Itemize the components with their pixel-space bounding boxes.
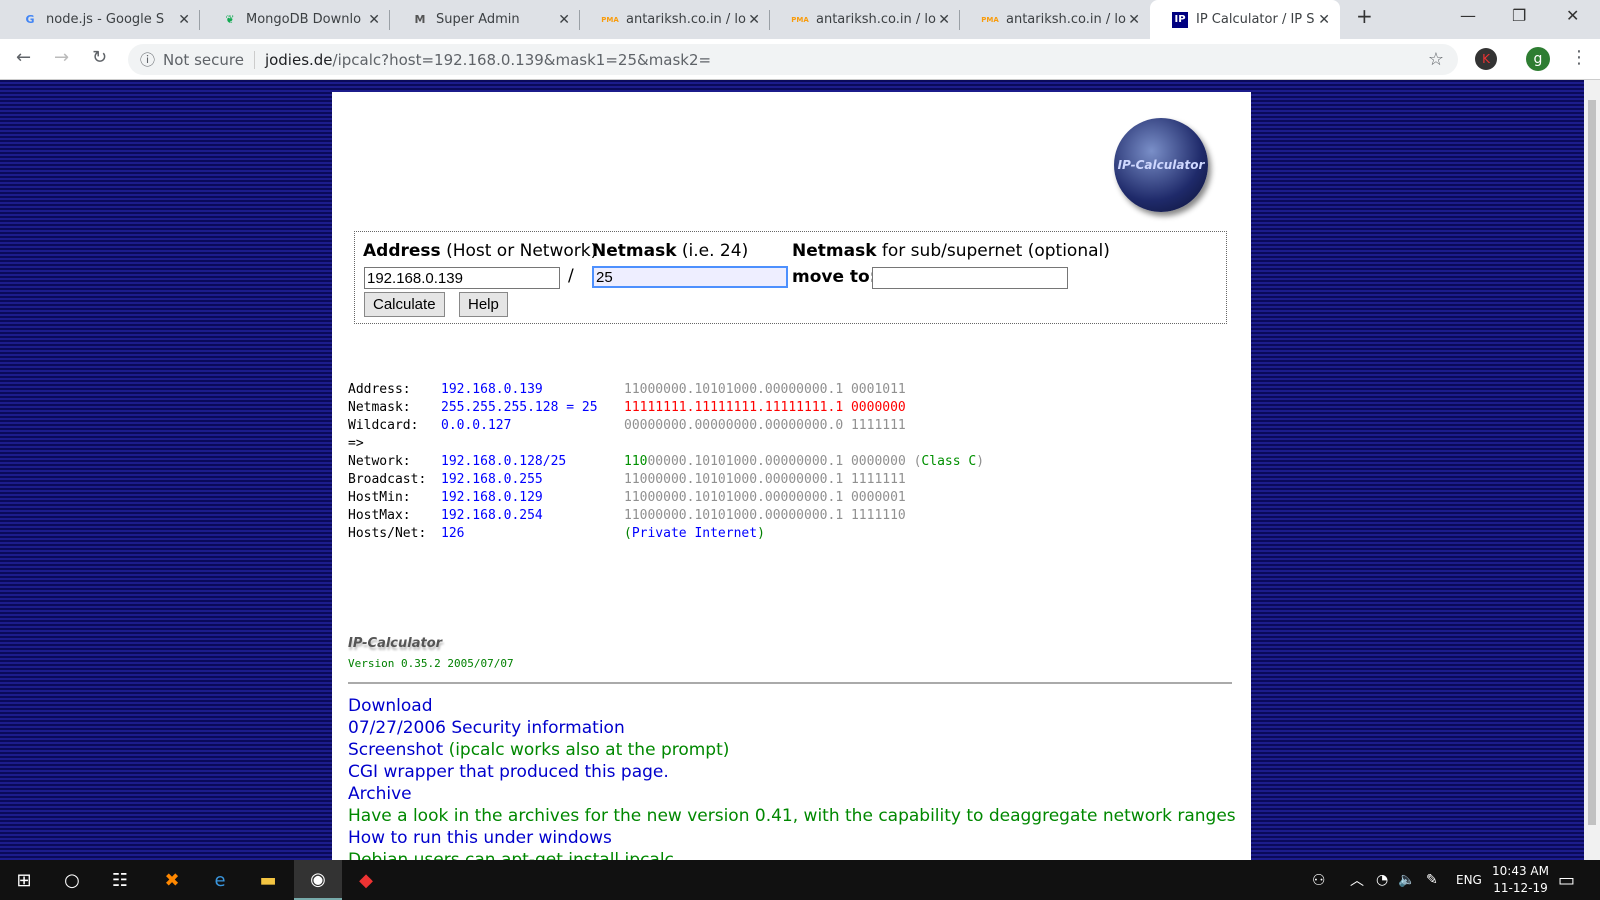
archive-note: Have a look in the archives for the new … [348, 806, 1236, 826]
tab-title: node.js - Google S [46, 12, 165, 27]
tab-title: MongoDB Downlo [246, 12, 362, 27]
tab-title: Super Admin [436, 12, 520, 27]
pen-icon[interactable]: ✎ [1426, 860, 1438, 900]
phpmyadmin-icon: PMA [601, 15, 619, 24]
google-icon: G [25, 13, 35, 26]
extension-k-icon[interactable]: K [1475, 48, 1497, 70]
move-to-label: move to: [792, 267, 877, 287]
netmask-input[interactable] [592, 266, 788, 288]
archive-link[interactable]: Archive [348, 784, 412, 804]
close-tab-icon[interactable]: ✕ [368, 12, 380, 28]
footer: IP-Calculator Version 0.35.2 2005/07/07 [348, 636, 514, 670]
close-tab-icon[interactable]: ✕ [178, 12, 190, 28]
netmask2-input[interactable] [872, 267, 1068, 289]
back-icon[interactable]: ← [16, 47, 31, 68]
url-field[interactable]: ⓘ Not secure jodies.de/ipcalc?host=192.1… [128, 44, 1458, 75]
scrollbar[interactable] [1584, 80, 1600, 860]
info-icon: ⓘ [140, 51, 156, 69]
reload-icon[interactable]: ↻ [92, 47, 107, 68]
address-label: Address (Host or Network) [363, 241, 598, 261]
close-tab-icon[interactable]: ✕ [558, 12, 570, 28]
ip-calculator-logo: IP-Calculator [1114, 118, 1208, 212]
windows-start-icon[interactable]: ⊞ [0, 860, 48, 900]
tab-super-admin[interactable]: M Super Admin ✕ [390, 0, 580, 39]
debian-note: Debian users can apt-get install ipcalc [348, 850, 674, 860]
calc-form: Address (Host or Network) Netmask (i.e. … [354, 231, 1227, 324]
language-indicator[interactable]: ENG [1456, 860, 1482, 900]
help-button[interactable]: Help [459, 292, 508, 317]
restore-button[interactable]: ❐ [1512, 6, 1526, 25]
phpmyadmin-icon: PMA [791, 15, 809, 24]
tab-antariksh-3[interactable]: PMA antariksh.co.in / lo ✕ [960, 0, 1150, 39]
tab-antariksh-2[interactable]: PMA antariksh.co.in / lo ✕ [770, 0, 960, 39]
close-tab-icon[interactable]: ✕ [748, 12, 760, 28]
address-input[interactable] [364, 267, 560, 289]
content-panel: IP-Calculator Address (Host or Network) … [332, 92, 1251, 860]
url-domain: jodies.de [264, 50, 333, 69]
ip-icon: IP [1172, 11, 1188, 28]
show-hidden-icons-chevron[interactable]: ︿ [1350, 860, 1364, 900]
security-label: Not secure [163, 50, 255, 69]
network-class: Class C [921, 454, 977, 469]
bookmark-star-icon[interactable]: ☆ [1428, 49, 1444, 70]
url-path: /ipcalc?host=192.168.0.139&mask1=25&mask… [332, 50, 712, 69]
minimize-button[interactable]: — [1460, 6, 1476, 25]
address-bar: ← → ↻ ⓘ Not secure jodies.de/ipcalc?host… [0, 39, 1600, 80]
links-list: Download 07/27/2006 Security information… [348, 695, 1236, 860]
tab-title: antariksh.co.in / lo [1006, 12, 1126, 27]
version-text: Version 0.35.2 2005/07/07 [348, 657, 514, 670]
slash-separator: / [568, 266, 574, 286]
calculate-button[interactable]: Calculate [364, 292, 445, 317]
netmask-label: Netmask (i.e. 24) [592, 241, 749, 261]
tab-ip-calculator[interactable]: IP IP Calculator / IP S ✕ [1150, 0, 1340, 39]
cgi-wrapper-link[interactable]: CGI wrapper that produced this page. [348, 762, 669, 782]
clock[interactable]: 10:43 AM 11-12-19 [1492, 860, 1549, 900]
people-icon[interactable]: ⚇ [1312, 860, 1325, 900]
new-tab-button[interactable]: + [1356, 4, 1373, 28]
divider [348, 682, 1232, 684]
tab-title: antariksh.co.in / lo [816, 12, 936, 27]
security-info-link[interactable]: 07/27/2006 Security information [348, 718, 625, 738]
tab-title: IP Calculator / IP S [1196, 12, 1315, 27]
notifications-icon[interactable]: ▭ [1558, 860, 1575, 900]
close-window-button[interactable]: ✕ [1566, 6, 1579, 25]
mongodb-leaf-icon: ❦ [225, 13, 235, 26]
tab-title: antariksh.co.in / lo [626, 12, 746, 27]
taskbar: ⊞ ○ ☷ ✖ e ▬ ◉ ◆ ⚇ ︿ ◔ 🔈 ✎ ENG 10:43 AM 11… [0, 860, 1600, 900]
git-icon[interactable]: ◆ [342, 860, 390, 900]
task-view-icon[interactable]: ☷ [96, 860, 144, 900]
tab-bar: Gnode.js - Google S ✕ ❦ MongoDB Downlo ✕ MS… [0, 0, 1600, 39]
chrome-icon[interactable]: ◉ [294, 860, 342, 900]
volume-icon[interactable]: 🔈 [1398, 860, 1415, 900]
private-internet-note: Private Internet [631, 526, 758, 541]
forward-icon[interactable]: → [54, 47, 69, 68]
windows-howto-link[interactable]: How to run this under windows [348, 828, 612, 848]
phpmyadmin-icon: PMA [981, 15, 999, 24]
tab-nodejs[interactable]: Gnode.js - Google S ✕ [0, 0, 200, 39]
close-tab-icon[interactable]: ✕ [1128, 12, 1140, 28]
edge-icon[interactable]: e [196, 860, 244, 900]
tab-mongodb[interactable]: ❦ MongoDB Downlo ✕ [200, 0, 390, 39]
scrollbar-thumb[interactable] [1588, 100, 1596, 825]
download-link[interactable]: Download [348, 696, 433, 716]
screenshot-link[interactable]: Screenshot [348, 740, 443, 760]
netmask2-label: Netmask for sub/supernet (optional) [792, 241, 1110, 261]
close-tab-icon[interactable]: ✕ [1318, 12, 1330, 28]
file-explorer-icon[interactable]: ▬ [244, 860, 292, 900]
menu-dots-icon[interactable]: ⋮ [1570, 47, 1588, 68]
wifi-icon[interactable]: ◔ [1376, 860, 1388, 900]
screenshot-note: (ipcalc works also at the prompt) [448, 740, 730, 760]
close-tab-icon[interactable]: ✕ [938, 12, 950, 28]
search-circle-icon[interactable]: ○ [48, 860, 96, 900]
tab-antariksh-1[interactable]: PMA antariksh.co.in / lo ✕ [580, 0, 770, 39]
admin-icon: M [414, 13, 426, 26]
footer-logo: IP-Calculator [348, 636, 443, 651]
xampp-icon[interactable]: ✖ [148, 860, 196, 900]
profile-avatar[interactable]: g [1526, 47, 1550, 71]
